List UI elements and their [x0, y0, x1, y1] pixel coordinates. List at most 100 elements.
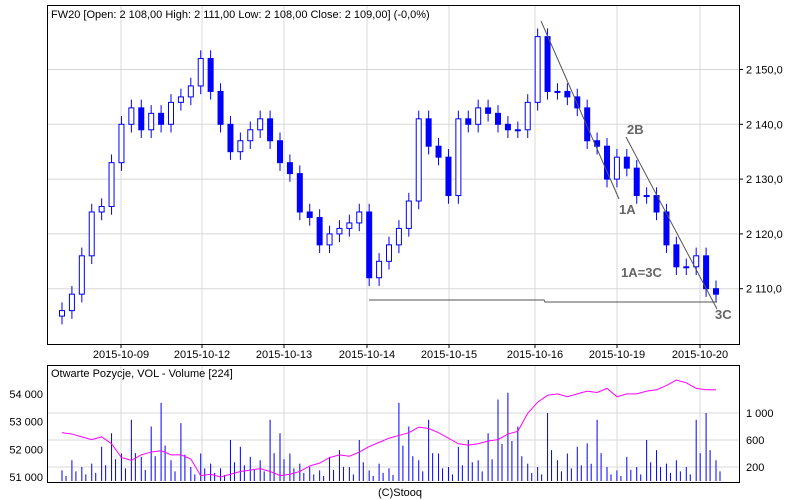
candle-body	[713, 288, 719, 295]
y-tick-label: 2 130,0	[746, 174, 783, 186]
candle-body	[197, 58, 204, 87]
price-chart-title: FW20 [Open: 2 108,00 High: 2 111,00 Low:…	[51, 9, 430, 21]
candle-body	[356, 211, 363, 224]
candle-body	[227, 123, 234, 153]
candle-body	[237, 140, 244, 153]
candle-body	[435, 145, 442, 158]
left-tick-label: 52 000	[9, 444, 43, 456]
candle-body	[703, 255, 710, 290]
candle-body	[277, 140, 283, 164]
candle-body	[316, 216, 323, 246]
candle-body	[366, 211, 373, 279]
label-3c: 3C	[715, 307, 732, 322]
y-tick-label: 2 120,0	[746, 229, 783, 241]
trend-line-1a	[540, 20, 620, 200]
candle-body	[514, 129, 521, 132]
candle-body	[286, 162, 293, 175]
candle-body	[415, 118, 422, 202]
candle-body	[485, 107, 492, 114]
candles	[59, 28, 719, 325]
chart-canvas: FW20 [Open: 2 108,00 High: 2 111,00 Low:…	[9, 5, 783, 499]
candle-body	[217, 90, 224, 125]
trend-line-3c	[625, 136, 718, 310]
left-tick-label: 51 000	[9, 472, 43, 484]
x-tick-label: 2015-10-13	[256, 349, 312, 361]
y-tick-label: 2 150,0	[746, 65, 783, 77]
volume-chart-title: Otwarte Pozycje, VOL - Volume [224]	[51, 368, 233, 380]
candle-body	[465, 118, 472, 125]
candle-body	[445, 156, 452, 197]
candle-body	[425, 118, 432, 147]
candle-body	[623, 156, 630, 169]
candle-body	[643, 195, 650, 198]
right-tick-label: 600	[746, 435, 764, 447]
candle-body	[554, 90, 561, 93]
y-tick-label: 2 110,0	[746, 284, 782, 296]
date-axis: 2015-10-09 2015-10-12 2015-10-13 2015-10-14…	[93, 344, 728, 361]
candle-body	[604, 145, 610, 180]
right-tick-label: 1 000	[746, 408, 774, 420]
candle-body	[128, 107, 135, 125]
candle-body	[177, 96, 184, 103]
candle-body	[138, 107, 145, 131]
volume-bars	[61, 392, 721, 481]
candle-body	[693, 255, 700, 268]
candle-body	[376, 260, 383, 279]
candle-body	[564, 90, 571, 98]
candle-body	[326, 233, 333, 246]
support-line	[369, 299, 717, 303]
candle-body	[148, 112, 155, 131]
candle-body	[495, 112, 501, 125]
candle-body	[257, 118, 264, 131]
candle-body	[68, 293, 75, 312]
candle-body	[504, 123, 511, 131]
candle-body	[534, 36, 541, 103]
right-tick-label: 200	[746, 462, 764, 474]
x-tick-label: 2015-10-19	[589, 349, 645, 361]
candle-body	[78, 255, 85, 295]
candle-body	[118, 123, 125, 164]
candle-body	[346, 222, 353, 229]
footer-copyright: (C)Stooq	[378, 487, 422, 499]
left-tick-label: 54 000	[9, 389, 43, 401]
candle-body	[584, 107, 591, 142]
x-tick-label: 2015-10-09	[93, 349, 149, 361]
candle-body	[306, 211, 313, 218]
x-tick-label: 2015-10-20	[672, 349, 728, 361]
candle-body	[296, 173, 303, 213]
candle-body	[613, 156, 620, 180]
candle-body	[98, 206, 105, 213]
candle-body	[187, 85, 194, 98]
candle-body	[475, 107, 482, 125]
candle-body	[524, 101, 531, 131]
candle-body	[336, 227, 343, 235]
candle-body	[386, 244, 392, 262]
candle-body	[108, 162, 115, 208]
open-interest-line	[61, 379, 716, 478]
candle-body	[168, 101, 174, 125]
candle-body	[395, 227, 402, 246]
label-2b: 2B	[627, 122, 644, 137]
y-tick-label: 2 140,0	[746, 119, 783, 131]
candle-body	[455, 118, 462, 197]
candle-body	[88, 211, 95, 257]
candle-body	[544, 36, 551, 92]
label-1a-3c: 1A=3C	[621, 265, 662, 280]
x-tick-label: 2015-10-16	[507, 349, 563, 361]
candle-body	[633, 167, 640, 197]
left-tick-label: 53 000	[9, 417, 43, 429]
candle-body	[673, 244, 680, 268]
x-tick-label: 2015-10-14	[339, 349, 395, 361]
volume-axes: 1 000 600 200 54 000 53 000 52 000 51 000	[9, 389, 773, 484]
candle-body	[207, 58, 214, 92]
label-1a: 1A	[619, 202, 636, 217]
x-tick-label: 2015-10-12	[174, 349, 230, 361]
candle-body	[405, 200, 412, 229]
candle-body	[683, 266, 690, 269]
price-axis: 2 150,0 2 140,0 2 130,0 2 120,0 2 110,0	[739, 65, 783, 296]
candle-body	[267, 118, 274, 142]
candle-body	[247, 129, 254, 142]
x-tick-label: 2015-10-15	[421, 349, 477, 361]
candle-body	[59, 310, 65, 317]
candle-body	[158, 112, 165, 125]
